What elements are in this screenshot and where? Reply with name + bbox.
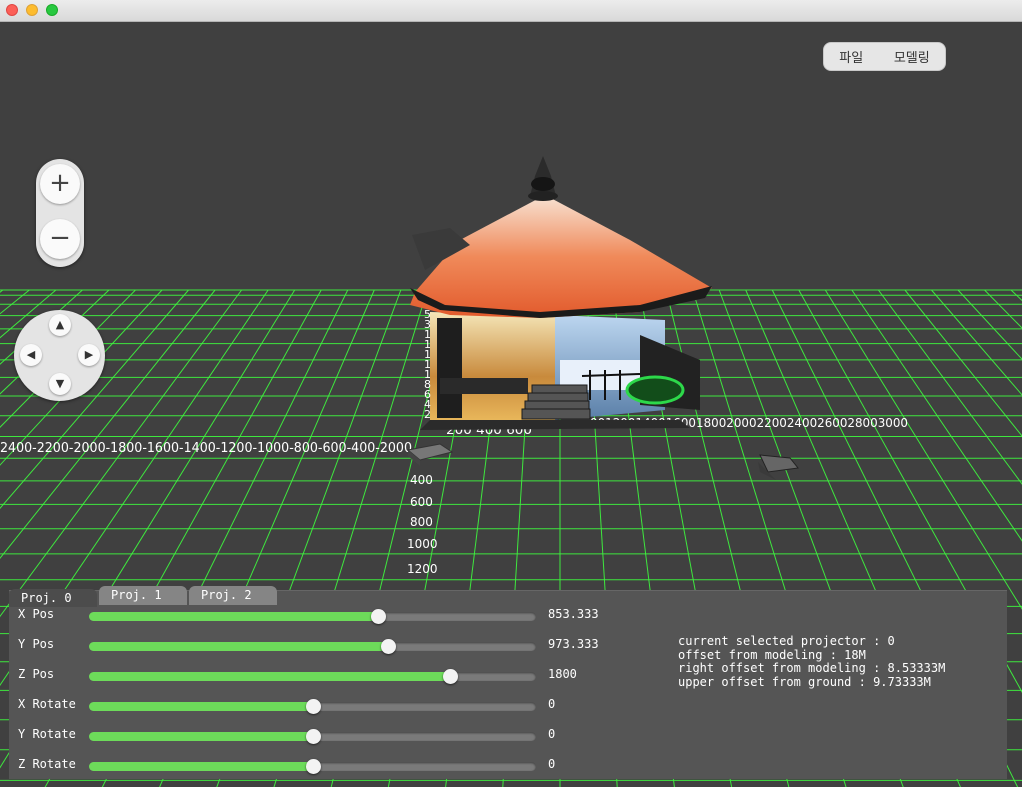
zoom-out-button[interactable]: − [40, 219, 80, 259]
tab-proj-0[interactable]: Proj. 0 [9, 589, 97, 607]
slider-handle[interactable] [443, 669, 459, 684]
slider-handle[interactable] [371, 609, 387, 624]
pan-down-button[interactable]: ▼ [49, 373, 71, 395]
z-axis-labels: 400600800100012001400 [407, 473, 438, 604]
projector-cylinder [625, 375, 685, 405]
slider-handle[interactable] [305, 729, 321, 744]
projector-info: current selected projector : 0 offset fro… [678, 634, 946, 689]
grid-line [0, 289, 4, 293]
control-row: Z Rotate 0 [9, 757, 609, 777]
minimize-button[interactable] [26, 4, 38, 16]
info-upper-offset: upper offset from ground : 9.73333M [678, 674, 931, 689]
maximize-button[interactable] [46, 4, 58, 16]
y-axis-labels: 53111118642 [424, 308, 431, 421]
close-button[interactable] [6, 4, 18, 16]
z-axis-label: 800 [410, 515, 433, 529]
y-rotate-slider[interactable] [89, 729, 536, 744]
info-right-offset: right offset from modeling : 8.53333M [678, 661, 946, 675]
z-axis-label: 600 [410, 495, 433, 509]
control-row: Y Rotate 0 [9, 727, 609, 747]
zoom-in-button[interactable]: + [40, 164, 80, 204]
control-row: X Pos 853.333 [9, 607, 609, 627]
menu-file[interactable]: 파일 [839, 47, 863, 66]
zoom-control: + − [36, 159, 84, 267]
control-value: 973.333 [548, 637, 599, 651]
window-titlebar [0, 0, 1022, 22]
control-row: X Rotate 0 [9, 697, 609, 717]
menu-modeling[interactable]: 모델링 [894, 47, 930, 66]
info-offset-modeling: offset from modeling : 18M [678, 647, 866, 662]
y-axis-label: 2 [424, 408, 431, 421]
z-axis-label: 1200 [407, 562, 438, 576]
control-row: Z Pos 1800 [9, 667, 609, 687]
slider-handle[interactable] [380, 639, 396, 654]
slider-fill [89, 702, 313, 711]
x-rotate-slider[interactable] [89, 699, 536, 714]
control-label: Z Pos [18, 667, 55, 681]
slider-handle[interactable] [305, 759, 321, 774]
slider-handle[interactable] [305, 699, 321, 714]
z-axis-label: 1000 [407, 537, 438, 551]
slider-fill [89, 672, 451, 681]
tab-proj-1[interactable]: Proj. 1 [99, 586, 187, 605]
slider-fill [89, 732, 313, 741]
z-rotate-slider[interactable] [89, 759, 536, 774]
x-pos-slider[interactable] [89, 609, 536, 624]
control-row: Y Pos 973.333 [9, 637, 609, 657]
z-axis-label: 400 [410, 473, 433, 487]
info-selected-projector: current selected projector : 0 [678, 634, 895, 648]
control-value: 0 [548, 697, 556, 711]
direction-pad: ▲ ▼ ◀ ▶ [14, 310, 105, 401]
control-label: Y Rotate [18, 727, 76, 741]
control-label: Y Pos [18, 637, 55, 651]
x-axis-negative-labels: 2400-2200-2000-1800-1600-1400-1200-1000-… [0, 441, 412, 456]
pavilion-model: 53111118642 [410, 156, 712, 430]
control-label: Z Rotate [18, 757, 76, 771]
pan-left-button[interactable]: ◀ [20, 344, 42, 366]
pan-up-button[interactable]: ▲ [49, 314, 71, 336]
slider-fill [89, 642, 388, 651]
tab-proj-2[interactable]: Proj. 2 [189, 586, 277, 605]
y-pos-slider[interactable] [89, 639, 536, 654]
control-value: 853.333 [548, 607, 599, 621]
control-value: 1800 [548, 667, 577, 681]
slider-fill [89, 612, 379, 621]
pan-right-button[interactable]: ▶ [78, 344, 100, 366]
control-label: X Rotate [18, 697, 76, 711]
slider-fill [89, 762, 313, 771]
control-label: X Pos [18, 607, 55, 621]
top-menu: 파일 모델링 [823, 42, 946, 71]
z-pos-slider[interactable] [89, 669, 536, 684]
control-value: 0 [548, 757, 556, 771]
control-value: 0 [548, 727, 556, 741]
